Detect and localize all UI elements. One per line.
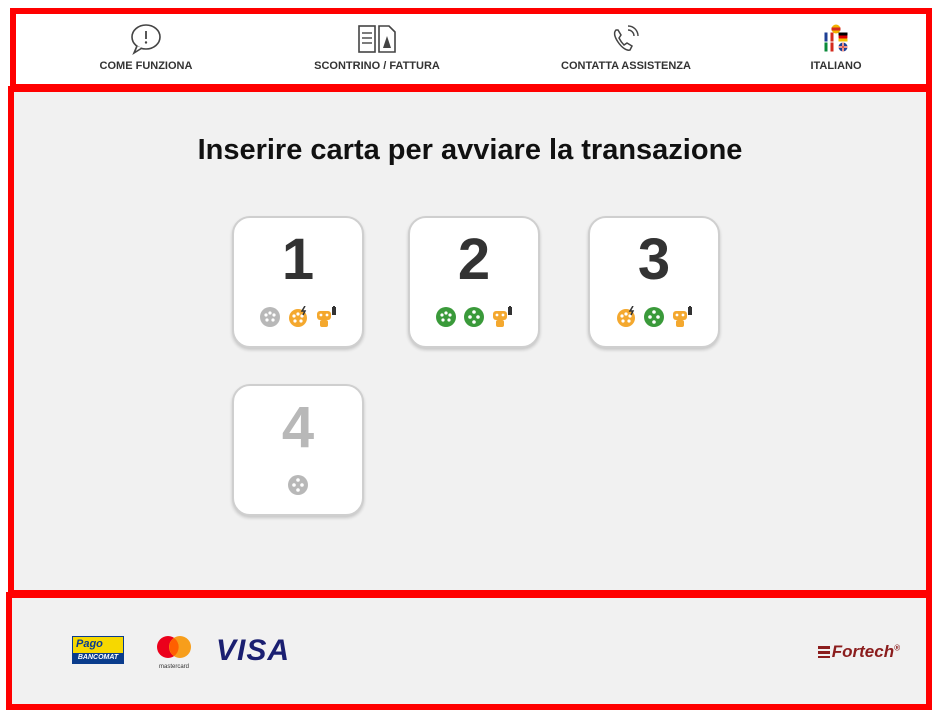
header-highlight-frame [10, 8, 932, 90]
main-highlight-frame [8, 86, 932, 596]
footer-highlight-frame [6, 592, 932, 710]
